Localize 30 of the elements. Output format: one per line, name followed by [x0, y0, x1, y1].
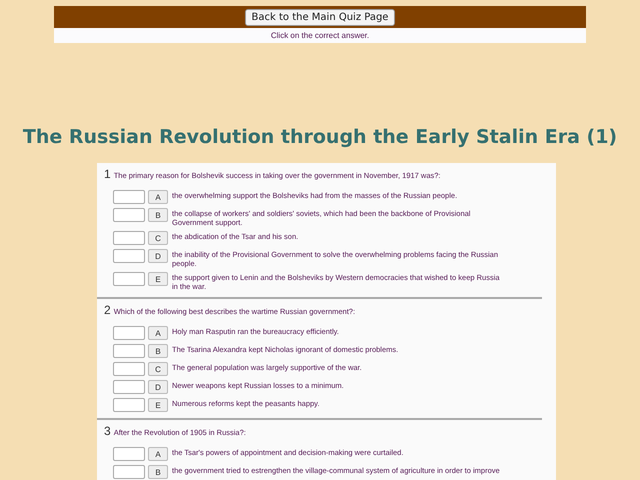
answer-field[interactable]	[113, 249, 145, 263]
letter-button[interactable]: D	[148, 380, 168, 394]
letter-button[interactable]: C	[148, 231, 168, 245]
question-number: 3	[104, 424, 111, 438]
answer-field[interactable]	[113, 208, 145, 222]
question-number: 2	[104, 303, 111, 317]
answer-field[interactable]	[113, 380, 145, 394]
letter-button[interactable]: A	[148, 447, 168, 461]
answer-field[interactable]	[113, 190, 145, 204]
letter-button[interactable]: A	[148, 190, 168, 204]
answer-field[interactable]	[113, 344, 145, 358]
letter-button[interactable]: B	[148, 465, 168, 479]
instruction-text: Click on the correct answer.	[270, 31, 370, 40]
answer-field[interactable]	[113, 272, 145, 286]
letter-button[interactable]: D	[148, 249, 168, 263]
letter-button[interactable]: A	[148, 326, 168, 340]
letter-button[interactable]: C	[148, 362, 168, 376]
letter-button[interactable]: E	[148, 398, 168, 412]
answer-field[interactable]	[113, 447, 145, 461]
answer-field[interactable]	[113, 398, 145, 412]
question-number: 1	[104, 167, 111, 181]
letter-button[interactable]: E	[148, 272, 168, 286]
answer-field[interactable]	[113, 465, 145, 479]
letter-button[interactable]: B	[148, 208, 168, 222]
answer-field[interactable]	[113, 231, 145, 245]
answer-field[interactable]	[113, 326, 145, 340]
quiz-title: The Russian Revolution through the Early Stalin Era (1)	[22, 126, 618, 150]
letter-button[interactable]: B	[148, 344, 168, 358]
answer-field[interactable]	[113, 362, 145, 376]
back-button[interactable]: Back to the Main Quiz Page	[244, 8, 396, 26]
